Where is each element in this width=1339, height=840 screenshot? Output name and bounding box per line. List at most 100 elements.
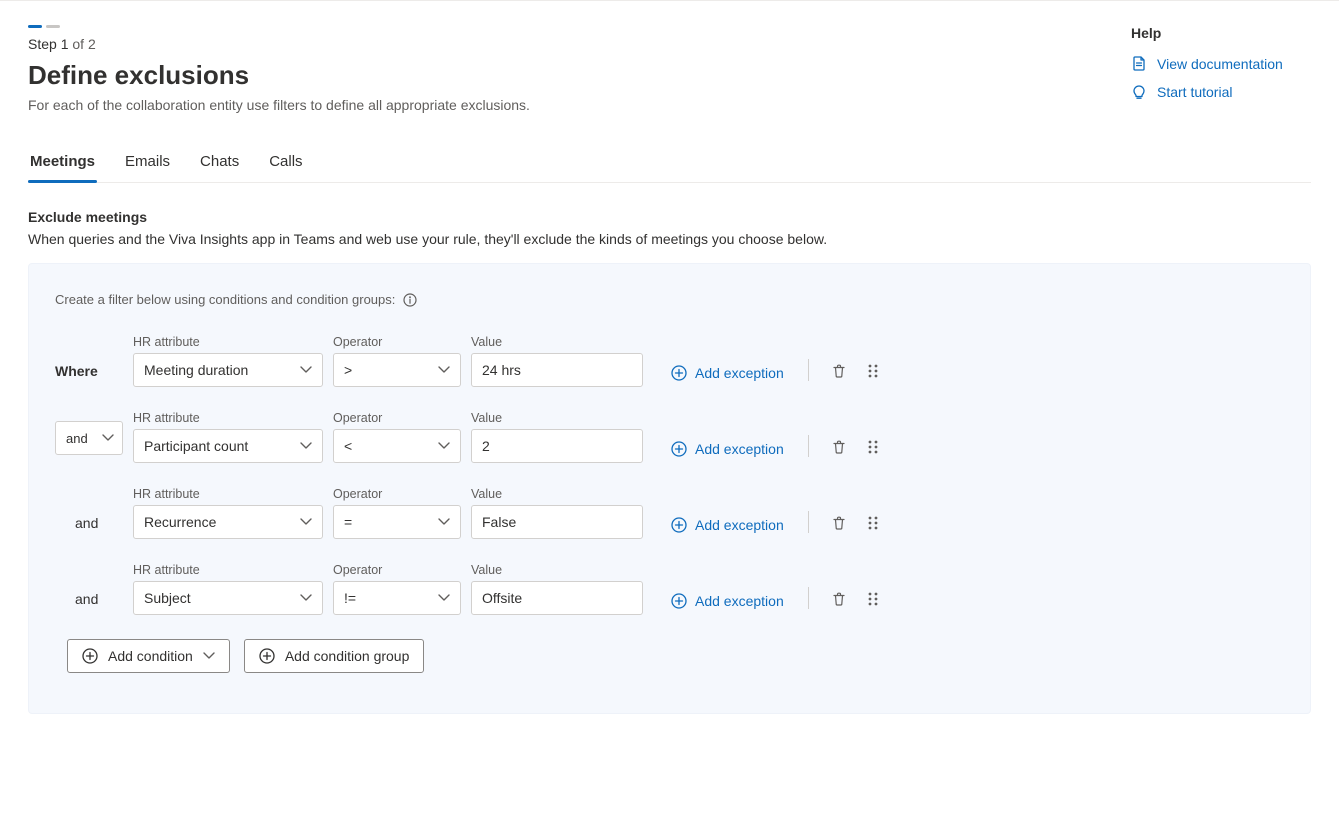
operator-select[interactable]: != (333, 581, 461, 615)
tab-chats[interactable]: Chats (198, 143, 241, 182)
info-icon[interactable] (403, 293, 417, 307)
add-condition-group-button[interactable]: Add condition group (244, 639, 425, 673)
value-input[interactable]: False (471, 505, 643, 539)
attribute-select[interactable]: Subject (133, 581, 323, 615)
operator-select[interactable]: > (333, 353, 461, 387)
add-exception-button[interactable]: Add exception (671, 441, 784, 463)
chevron-down-icon (300, 442, 312, 450)
help-heading: Help (1131, 25, 1311, 41)
view-documentation-label: View documentation (1157, 56, 1283, 72)
add-condition-button[interactable]: Add condition (67, 639, 230, 673)
value-text: 24 hrs (482, 362, 521, 378)
lightbulb-icon (1131, 84, 1147, 100)
logic-select[interactable]: and (55, 421, 123, 455)
value-text: False (482, 514, 516, 530)
op-label: Operator (333, 411, 461, 425)
drag-handle[interactable] (861, 359, 885, 383)
section-description: When queries and the Viva Insights app i… (28, 231, 1311, 247)
divider (808, 511, 809, 533)
tab-meetings[interactable]: Meetings (28, 143, 97, 182)
operator-select[interactable]: < (333, 429, 461, 463)
plus-circle-icon (259, 648, 275, 664)
condition-row: and HR attribute Participant count Opera… (55, 411, 1284, 463)
attribute-value: Participant count (144, 438, 248, 454)
chevron-down-icon (438, 518, 450, 526)
plus-circle-icon (671, 593, 687, 609)
value-text: 2 (482, 438, 490, 454)
attr-label: HR attribute (133, 563, 323, 577)
section-title: Exclude meetings (28, 209, 1311, 225)
logic-value: and (66, 431, 88, 446)
delete-button[interactable] (827, 587, 851, 611)
filter-panel: Create a filter below using conditions a… (28, 263, 1311, 714)
add-condition-group-label: Add condition group (285, 648, 410, 664)
entity-tabs: Meetings Emails Chats Calls (28, 143, 1311, 183)
attr-label: HR attribute (133, 411, 323, 425)
drag-handle[interactable] (861, 511, 885, 535)
delete-button[interactable] (827, 359, 851, 383)
op-label: Operator (333, 487, 461, 501)
attribute-select[interactable]: Meeting duration (133, 353, 323, 387)
operator-select[interactable]: = (333, 505, 461, 539)
val-label: Value (471, 335, 643, 349)
step-total: of 2 (72, 36, 95, 52)
page-title: Define exclusions (28, 60, 530, 91)
attribute-select[interactable]: Recurrence (133, 505, 323, 539)
add-exception-button[interactable]: Add exception (671, 517, 784, 539)
condition-row: and HR attribute Subject Operator != Val… (55, 563, 1284, 615)
value-text: Offsite (482, 590, 522, 606)
val-label: Value (471, 411, 643, 425)
chevron-down-icon (300, 594, 312, 602)
value-input[interactable]: Offsite (471, 581, 643, 615)
condition-row: Where HR attribute Meeting duration Oper… (55, 335, 1284, 387)
drag-handle[interactable] (861, 435, 885, 459)
view-documentation-link[interactable]: View documentation (1131, 55, 1311, 72)
op-label: Operator (333, 335, 461, 349)
val-label: Value (471, 487, 643, 501)
attr-label: HR attribute (133, 335, 323, 349)
value-input[interactable]: 24 hrs (471, 353, 643, 387)
chevron-down-icon (438, 366, 450, 374)
plus-circle-icon (671, 441, 687, 457)
plus-circle-icon (671, 365, 687, 381)
drag-handle[interactable] (861, 587, 885, 611)
chevron-down-icon (300, 366, 312, 374)
attribute-value: Subject (144, 590, 191, 606)
add-exception-button[interactable]: Add exception (671, 365, 784, 387)
logic-label: and (55, 591, 123, 615)
op-label: Operator (333, 563, 461, 577)
operator-value: < (344, 438, 352, 454)
operator-value: > (344, 362, 352, 378)
tab-calls[interactable]: Calls (267, 143, 304, 182)
add-exception-button[interactable]: Add exception (671, 593, 784, 615)
add-exception-label: Add exception (695, 365, 784, 381)
delete-button[interactable] (827, 511, 851, 535)
filter-hint: Create a filter below using conditions a… (55, 292, 395, 307)
step-current: Step 1 (28, 36, 68, 52)
add-condition-label: Add condition (108, 648, 193, 664)
operator-value: != (344, 590, 356, 606)
value-input[interactable]: 2 (471, 429, 643, 463)
step-progress (28, 25, 530, 28)
logic-label: and (55, 515, 123, 539)
chevron-down-icon (203, 652, 215, 660)
start-tutorial-link[interactable]: Start tutorial (1131, 84, 1311, 100)
page-description: For each of the collaboration entity use… (28, 97, 530, 113)
tab-emails[interactable]: Emails (123, 143, 172, 182)
operator-value: = (344, 514, 352, 530)
document-icon (1131, 55, 1147, 72)
start-tutorial-label: Start tutorial (1157, 84, 1232, 100)
divider (808, 359, 809, 381)
condition-row: and HR attribute Recurrence Operator = V… (55, 487, 1284, 539)
divider (808, 435, 809, 457)
delete-button[interactable] (827, 435, 851, 459)
chevron-down-icon (438, 442, 450, 450)
chevron-down-icon (300, 518, 312, 526)
plus-circle-icon (671, 517, 687, 533)
chevron-down-icon (438, 594, 450, 602)
val-label: Value (471, 563, 643, 577)
plus-circle-icon (82, 648, 98, 664)
chevron-down-icon (102, 434, 114, 442)
add-exception-label: Add exception (695, 517, 784, 533)
attribute-select[interactable]: Participant count (133, 429, 323, 463)
